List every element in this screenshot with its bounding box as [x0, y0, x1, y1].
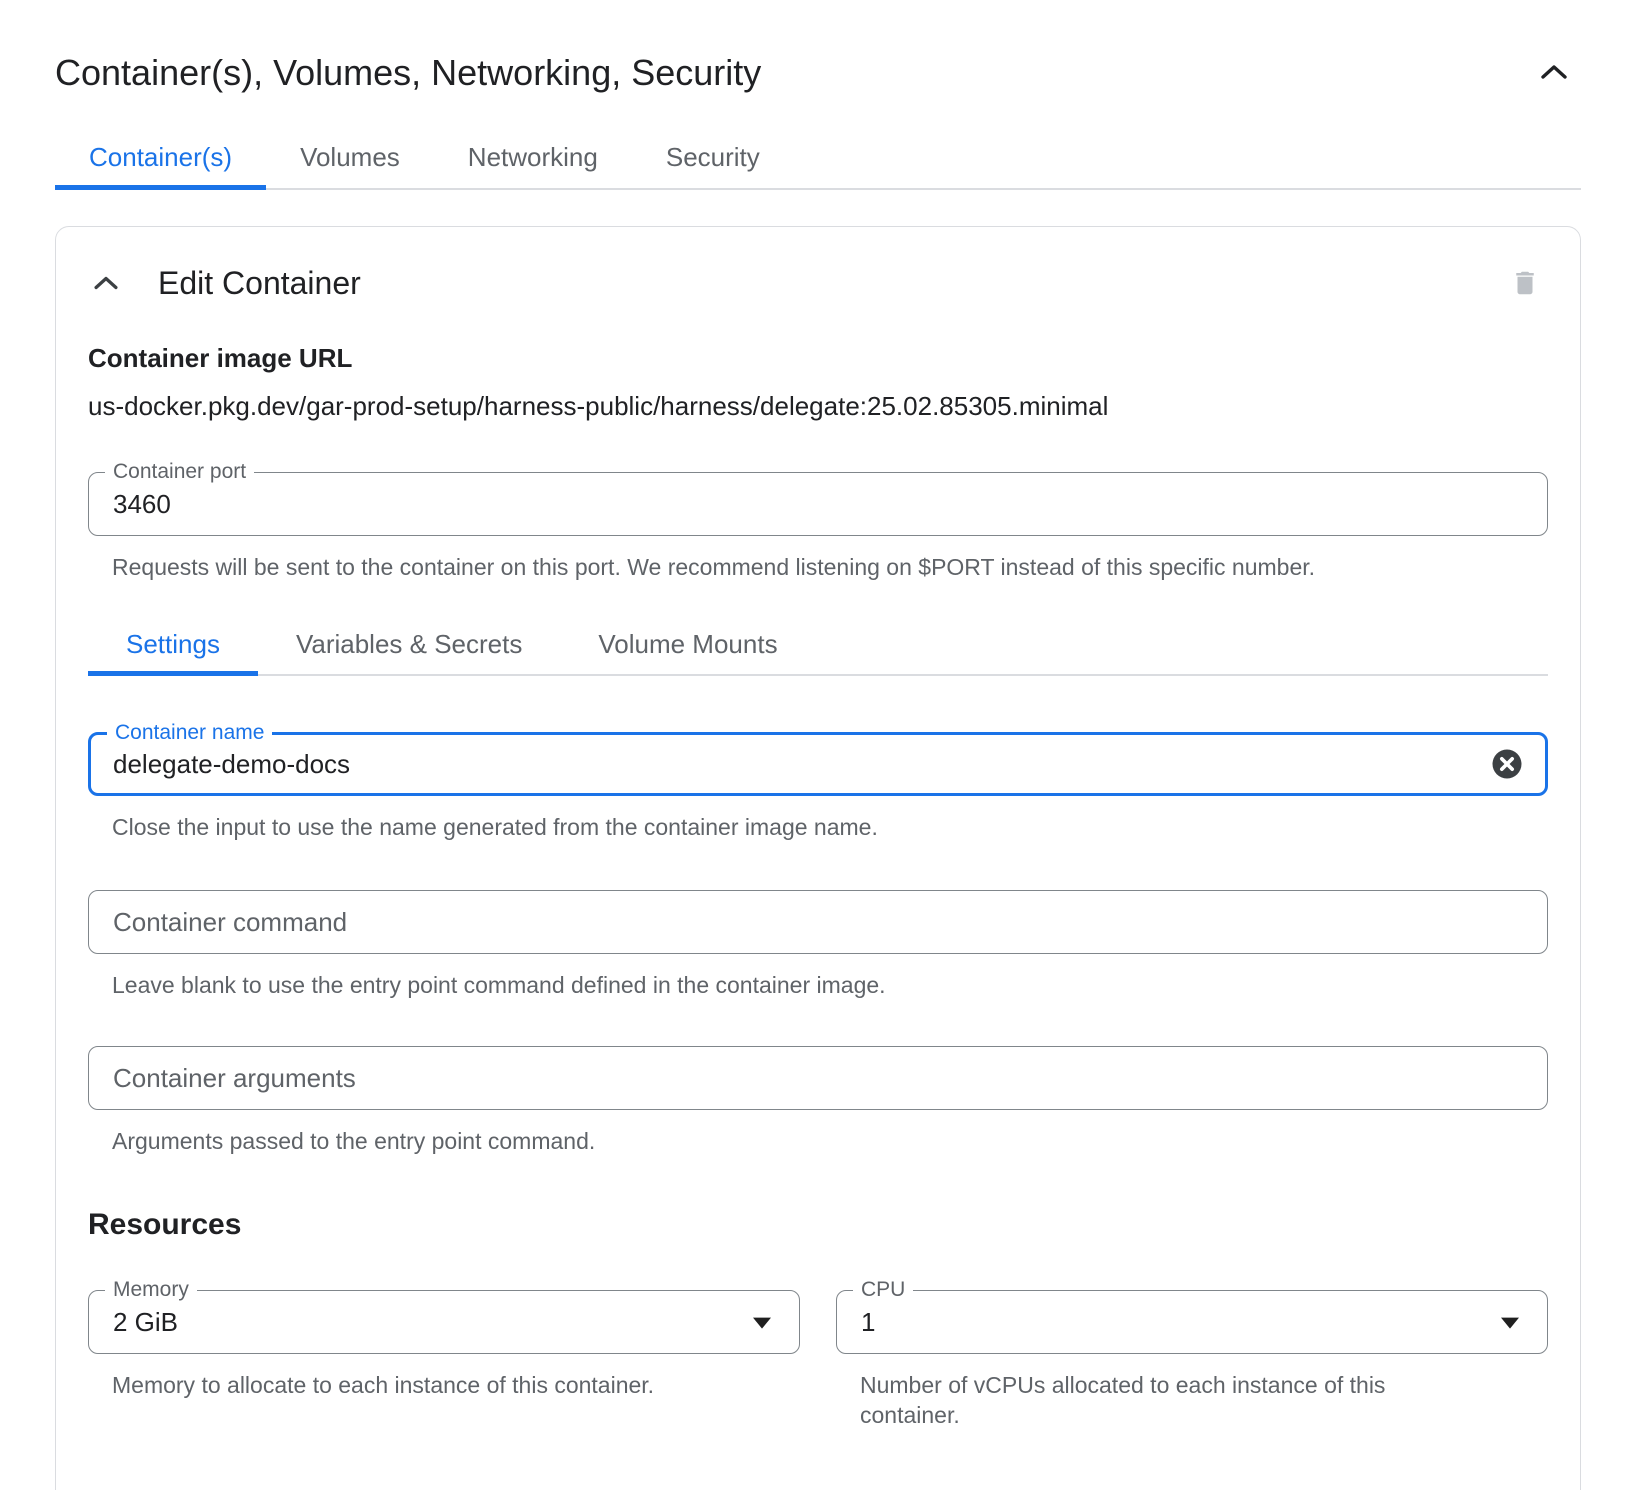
memory-select[interactable]: Memory 2 GiB: [88, 1290, 800, 1354]
memory-label: Memory: [105, 1277, 197, 1303]
container-command-group: Leave blank to use the entry point comma…: [88, 890, 1548, 1000]
tab-volumes[interactable]: Volumes: [266, 126, 434, 188]
container-image-url-value: us-docker.pkg.dev/gar-prod-setup/harness…: [88, 390, 1548, 422]
container-command-helper: Leave blank to use the entry point comma…: [112, 970, 1548, 1000]
container-name-label: Container name: [107, 720, 272, 746]
edit-container-header: Edit Container: [88, 257, 1548, 309]
container-name-helper: Close the input to use the name generate…: [112, 812, 1548, 842]
container-port-label: Container port: [105, 459, 254, 485]
container-port-group: Container port Requests will be sent to …: [88, 472, 1548, 582]
container-port-helper: Requests will be sent to the container o…: [112, 552, 1548, 582]
tab-containers[interactable]: Container(s): [55, 126, 266, 188]
container-port-input[interactable]: [89, 473, 1547, 535]
collapse-section-button[interactable]: [1531, 54, 1577, 90]
container-arguments-helper: Arguments passed to the entry point comm…: [112, 1126, 1548, 1156]
page-title: Container(s), Volumes, Networking, Secur…: [55, 50, 761, 96]
resources-heading: Resources: [88, 1208, 1548, 1242]
memory-helper: Memory to allocate to each instance of t…: [112, 1370, 800, 1400]
cpu-helper: Number of vCPUs allocated to each instan…: [860, 1370, 1480, 1430]
tab-networking[interactable]: Networking: [434, 126, 632, 188]
collapse-container-button[interactable]: [88, 270, 124, 296]
cpu-select[interactable]: CPU 1: [836, 1290, 1548, 1354]
edit-container-card: Edit Container Container image URL us-do…: [55, 226, 1581, 1490]
chevron-up-icon: [1539, 62, 1569, 82]
dropdown-caret-icon: [753, 1318, 771, 1329]
dropdown-caret-icon: [1501, 1318, 1519, 1329]
tab-settings[interactable]: Settings: [88, 614, 258, 674]
container-arguments-group: Arguments passed to the entry point comm…: [88, 1046, 1548, 1156]
delete-container-button[interactable]: [1502, 262, 1548, 304]
cpu-value: 1: [837, 1307, 875, 1338]
container-name-group: Container name Close the input to use th…: [88, 732, 1548, 842]
cloud-run-container-form: Container(s), Volumes, Networking, Secur…: [0, 0, 1636, 1490]
tab-variables-secrets[interactable]: Variables & Secrets: [258, 614, 560, 674]
container-arguments-field: [88, 1046, 1548, 1110]
section-tabs: Container(s) Volumes Networking Security: [55, 126, 1581, 190]
container-name-input[interactable]: [91, 735, 1545, 793]
cpu-label: CPU: [853, 1277, 913, 1303]
container-image-url-label: Container image URL: [88, 343, 1548, 374]
container-command-input[interactable]: [89, 891, 1547, 953]
resources-row: Memory 2 GiB Memory to allocate to each …: [88, 1290, 1548, 1430]
container-command-field: [88, 890, 1548, 954]
container-name-field: Container name: [88, 732, 1548, 796]
container-detail-tabs: Settings Variables & Secrets Volume Moun…: [88, 614, 1548, 676]
clear-name-button[interactable]: [1491, 748, 1523, 780]
container-arguments-input[interactable]: [89, 1047, 1547, 1109]
section-header: Container(s), Volumes, Networking, Secur…: [55, 50, 1581, 96]
tab-volume-mounts[interactable]: Volume Mounts: [560, 614, 815, 674]
container-port-field: Container port: [88, 472, 1548, 536]
edit-container-title: Edit Container: [158, 265, 361, 302]
memory-group: Memory 2 GiB Memory to allocate to each …: [88, 1290, 800, 1430]
memory-value: 2 GiB: [89, 1307, 178, 1338]
cpu-group: CPU 1 Number of vCPUs allocated to each …: [836, 1290, 1548, 1430]
chevron-up-icon: [92, 274, 120, 292]
circle-x-icon: [1491, 748, 1523, 780]
trash-icon: [1510, 266, 1540, 300]
tab-security[interactable]: Security: [632, 126, 794, 188]
